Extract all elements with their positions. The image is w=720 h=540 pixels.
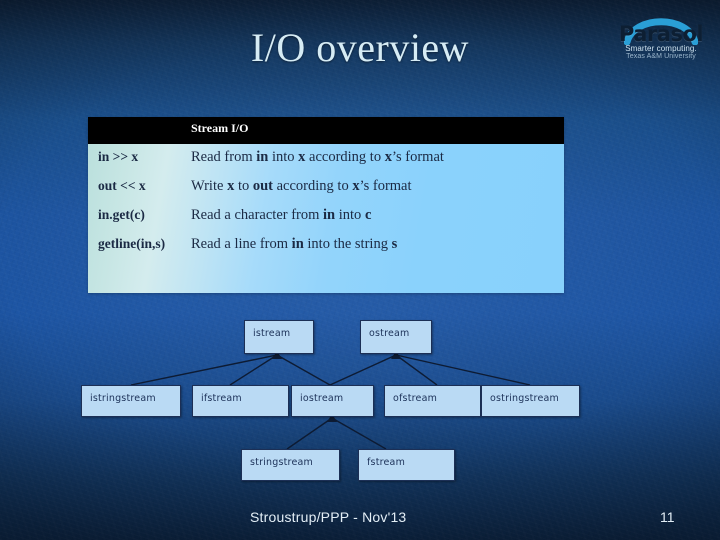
class-node-label: istringstream xyxy=(90,393,156,404)
table-header-label: Stream I/O xyxy=(191,121,249,135)
logo-wordmark: Parasol xyxy=(618,22,704,46)
table-cell-operation: in.get(c) xyxy=(98,207,145,222)
edge-fstream-to-iostream xyxy=(331,417,387,450)
class-node-label: iostream xyxy=(300,393,344,404)
class-node-label: stringstream xyxy=(250,457,313,468)
edge-iostream-to-istream xyxy=(276,354,331,386)
class-node-iostream: iostream xyxy=(291,385,374,417)
edge-istringstream-to-istream xyxy=(130,354,278,386)
stream-io-table: Stream I/O in >> x Read from in into x ac… xyxy=(88,117,564,293)
footer-attribution: Stroustrup/PPP - Nov'13 xyxy=(250,509,407,525)
edge-ofstream-to-ostream xyxy=(395,354,438,386)
logo-tagline: Smarter computing. xyxy=(625,44,697,53)
table-cell-operation: out << x xyxy=(98,178,146,193)
table-row: in >> x Read from in into x according to … xyxy=(88,149,564,178)
class-node-fstream: fstream xyxy=(358,449,455,481)
table-header-bar: Stream I/O xyxy=(88,117,564,144)
parasol-logo: Parasol Smarter computing. Texas A&M Uni… xyxy=(608,6,714,64)
footer-page-number: 11 xyxy=(660,509,675,525)
table-cell-operation: in >> x xyxy=(98,149,139,164)
edge-ifstream-to-istream xyxy=(229,354,278,386)
table-cell-description: Read a character from in into c xyxy=(191,207,372,223)
class-node-ifstream: ifstream xyxy=(192,385,289,417)
table-cell-description: Read a line from in into the string s xyxy=(191,236,398,252)
class-node-ostringstream: ostringstream xyxy=(481,385,580,417)
class-node-label: fstream xyxy=(367,457,406,468)
class-node-label: ifstream xyxy=(201,393,242,404)
class-node-label: istream xyxy=(253,328,291,339)
class-node-label: ostringstream xyxy=(490,393,559,404)
table-row: in.get(c) Read a character from in into c xyxy=(88,207,564,236)
class-node-stringstream: stringstream xyxy=(241,449,340,481)
edge-iostream-to-ostream xyxy=(329,354,397,386)
table-row: out << x Write x to out according to x’s … xyxy=(88,178,564,207)
table-cell-description: Read from in into x according to x’s for… xyxy=(191,149,444,165)
class-node-ostream: ostream xyxy=(360,320,432,354)
table-cell-description: Write x to out according to x’s format xyxy=(191,178,412,194)
table-row: getline(in,s) Read a line from in into th… xyxy=(88,236,564,265)
edge-stringstream-to-iostream xyxy=(286,417,333,450)
logo-organization: Texas A&M University xyxy=(626,53,696,60)
table-cell-operation: getline(in,s) xyxy=(98,236,166,251)
class-node-label: ofstream xyxy=(393,393,438,404)
class-node-label: ostream xyxy=(369,328,410,339)
slide-canvas: I/O overview Parasol Smarter computing. … xyxy=(0,0,720,540)
class-node-istringstream: istringstream xyxy=(81,385,181,417)
edge-ostringstream-to-ostream xyxy=(395,354,531,386)
class-node-ofstream: ofstream xyxy=(384,385,481,417)
class-node-istream: istream xyxy=(244,320,314,354)
